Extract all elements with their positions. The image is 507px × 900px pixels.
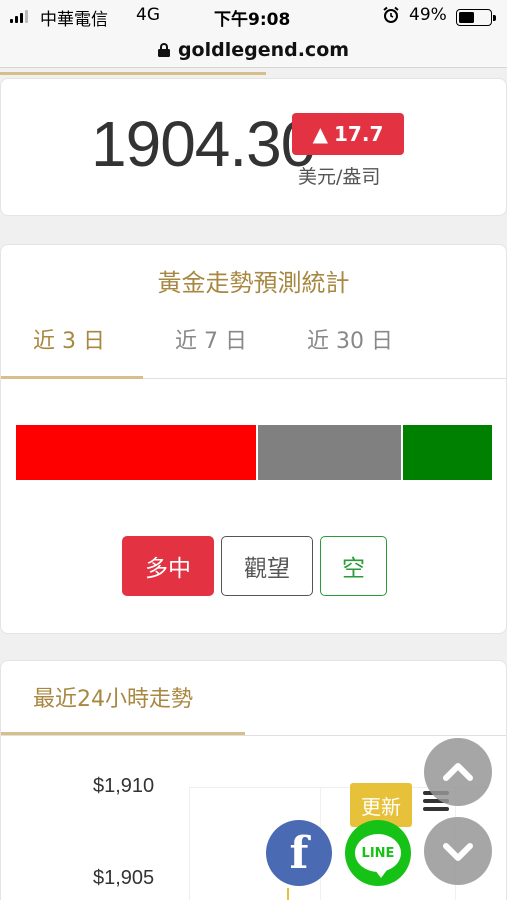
section-underline (1, 732, 245, 735)
y-tick-label: $1,910 (93, 775, 155, 797)
carrier-name: 中華電信 (40, 10, 108, 30)
line-share-button[interactable]: LINE (345, 820, 411, 886)
lock-icon (157, 42, 170, 57)
price-change-badge: ▲ 17.7 (292, 113, 404, 155)
network-type: 4G (136, 5, 160, 25)
trend-24h-title: 最近24小時走勢 (33, 687, 193, 712)
distribution-segment-watch (258, 425, 401, 480)
forecast-title: 黃金走勢預測統計 (157, 269, 350, 297)
long-button[interactable]: 多中 (122, 536, 214, 596)
url-text: goldlegend.com (177, 38, 350, 61)
chart-marker (287, 888, 289, 900)
line-icon: LINE (355, 834, 401, 878)
address-bar[interactable]: goldlegend.com (0, 32, 507, 68)
gold-price: 1904.30 (91, 108, 316, 180)
distribution-segment-short (403, 425, 492, 480)
up-arrow-icon: ▲ (312, 122, 329, 146)
page-load-progress (0, 72, 266, 75)
price-unit: 美元/盎司 (298, 166, 381, 188)
tab-3-days[interactable]: 近 3 日 (33, 323, 105, 355)
signal-icon (10, 10, 28, 23)
divider (1, 735, 506, 736)
scroll-top-button[interactable] (424, 738, 492, 806)
forecast-tabs: 近 3 日 近 7 日 近 30 日 (1, 309, 506, 379)
alarm-icon (383, 6, 399, 23)
price-change-value: 17.7 (334, 122, 384, 146)
chevron-down-icon (443, 843, 473, 861)
scroll-down-button[interactable] (424, 817, 492, 885)
battery-percent: 49% (409, 5, 447, 25)
status-bar: 中華電信 4G 下午9:08 49% (0, 0, 507, 32)
tab-7-days[interactable]: 近 7 日 (175, 323, 247, 355)
active-tab-indicator (1, 376, 143, 379)
line-label: LINE (361, 845, 395, 861)
forecast-card: 黃金走勢預測統計 近 3 日 近 7 日 近 30 日 多中 觀望 空 (0, 244, 507, 634)
watch-button[interactable]: 觀望 (221, 536, 313, 596)
facebook-share-button[interactable]: f (266, 820, 332, 886)
chevron-up-icon (443, 763, 473, 781)
price-card: 1904.30 (0, 78, 507, 216)
facebook-icon: f (289, 827, 309, 879)
battery-icon (456, 9, 496, 26)
forecast-buttons: 多中 觀望 空 (1, 536, 506, 598)
y-tick-label: $1,905 (93, 867, 155, 889)
short-button[interactable]: 空 (320, 536, 387, 596)
tab-30-days[interactable]: 近 30 日 (307, 323, 393, 355)
distribution-segment-long (16, 425, 256, 480)
clock: 下午9:08 (214, 10, 291, 30)
